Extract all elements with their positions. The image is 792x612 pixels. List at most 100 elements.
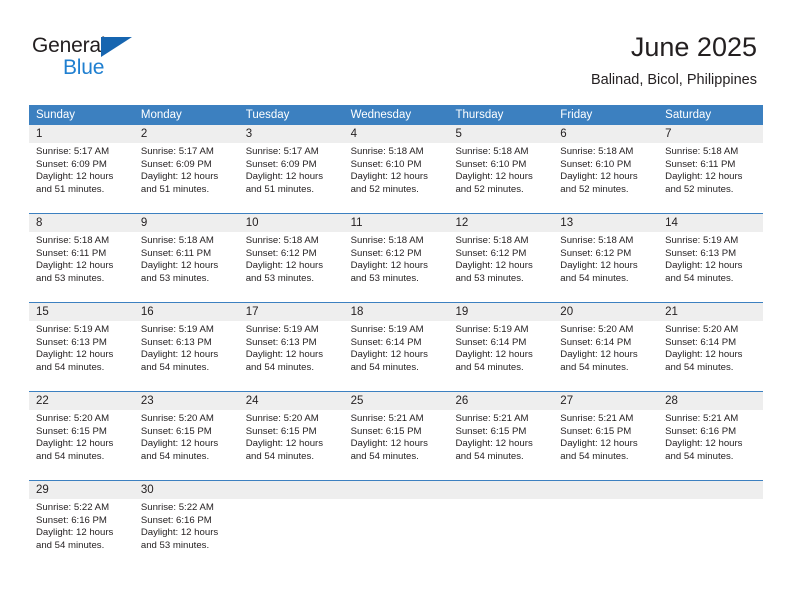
day-daylight-1-text: Daylight: 12 hours (245, 260, 324, 272)
day-cell[interactable]: Sunrise: 5:20 AM Sunset: 6:15 PM Daylight:… (134, 410, 239, 472)
day-number[interactable]: 7 (658, 125, 763, 143)
day-sunrise-text: Sunrise: 5:21 AM (350, 413, 424, 424)
day-daylight-1-text: Daylight: 12 hours (36, 527, 114, 539)
day-sunrise-text: Sunrise: 5:18 AM (560, 235, 634, 246)
day-cell[interactable]: Sunrise: 5:19 AM Sunset: 6:13 PM Daylight:… (239, 321, 344, 383)
day-sunrise-text: Sunrise: 5:19 AM (36, 324, 110, 335)
day-number[interactable]: 23 (134, 392, 239, 410)
day-number[interactable]: 20 (553, 303, 658, 321)
day-daylight-1-text: Daylight: 12 hours (455, 171, 533, 183)
day-number[interactable]: 10 (239, 214, 344, 232)
day-cell[interactable]: Sunrise: 5:17 AM Sunset: 6:09 PM Daylight:… (29, 143, 134, 205)
day-number[interactable]: 18 (344, 303, 449, 321)
day-number[interactable]: 9 (134, 214, 239, 232)
day-sunset-text: Sunset: 6:09 PM (245, 158, 317, 170)
day-cell[interactable]: Sunrise: 5:19 AM Sunset: 6:13 PM Daylight:… (658, 232, 763, 294)
day-cell[interactable]: Sunrise: 5:18 AM Sunset: 6:10 PM Daylight:… (344, 143, 449, 205)
day-cell[interactable]: Sunrise: 5:22 AM Sunset: 6:16 PM Daylight:… (134, 499, 239, 561)
day-daylight-1-text: Daylight: 12 hours (665, 438, 743, 450)
day-number[interactable]: 19 (448, 303, 553, 321)
day-cell[interactable]: Sunrise: 5:18 AM Sunset: 6:10 PM Daylight:… (448, 143, 553, 205)
day-number[interactable]: 15 (29, 303, 134, 321)
day-sunset-text: Sunset: 6:10 PM (350, 158, 422, 170)
day-sunset-text: Sunset: 6:15 PM (455, 425, 527, 437)
day-cell[interactable]: Sunrise: 5:19 AM Sunset: 6:13 PM Daylight:… (134, 321, 239, 383)
day-daylight-2-text: and 54 minutes. (36, 539, 105, 551)
day-cell[interactable]: Sunrise: 5:18 AM Sunset: 6:11 PM Daylight:… (29, 232, 134, 294)
day-sunrise-text: Sunrise: 5:17 AM (140, 146, 214, 157)
day-cell[interactable]: Sunrise: 5:17 AM Sunset: 6:09 PM Daylight:… (239, 143, 344, 205)
day-number[interactable]: 28 (658, 392, 763, 410)
day-number[interactable]: 22 (29, 392, 134, 410)
day-number[interactable]: 24 (239, 392, 344, 410)
day-number[interactable]: 14 (658, 214, 763, 232)
day-cell[interactable]: Sunrise: 5:18 AM Sunset: 6:11 PM Daylight:… (658, 143, 763, 205)
day-cell[interactable]: Sunrise: 5:18 AM Sunset: 6:12 PM Daylight:… (344, 232, 449, 294)
day-sunset-text: Sunset: 6:12 PM (245, 247, 317, 259)
day-number[interactable]: 11 (344, 214, 449, 232)
day-cell[interactable]: Sunrise: 5:19 AM Sunset: 6:14 PM Daylight:… (448, 321, 553, 383)
calendar-week-row: 8 9 10 11 12 13 14 Sunrise: 5:18 AM Sunset: 6:11… (29, 213, 763, 294)
day-number[interactable]: 1 (29, 125, 134, 143)
day-number[interactable]: 25 (344, 392, 449, 410)
day-number[interactable]: 26 (448, 392, 553, 410)
day-number[interactable]: 3 (239, 125, 344, 143)
day-number[interactable]: 29 (29, 481, 134, 499)
day-daylight-1-text: Daylight: 12 hours (560, 349, 638, 361)
day-cell[interactable]: Sunrise: 5:17 AM Sunset: 6:09 PM Daylight:… (134, 143, 239, 205)
day-number[interactable]: 17 (239, 303, 344, 321)
day-daylight-1-text: Daylight: 12 hours (455, 438, 533, 450)
day-sunrise-text: Sunrise: 5:18 AM (455, 146, 529, 157)
brand-logo[interactable]: General Blue (32, 34, 192, 84)
day-number[interactable]: 5 (448, 125, 553, 143)
day-cell[interactable]: Sunrise: 5:21 AM Sunset: 6:15 PM Daylight:… (553, 410, 658, 472)
day-cell[interactable]: Sunrise: 5:18 AM Sunset: 6:11 PM Daylight:… (134, 232, 239, 294)
day-number[interactable]: 6 (553, 125, 658, 143)
day-daylight-1-text: Daylight: 12 hours (455, 349, 533, 361)
day-cell[interactable]: Sunrise: 5:20 AM Sunset: 6:15 PM Daylight:… (29, 410, 134, 472)
day-daylight-1-text: Daylight: 12 hours (665, 171, 743, 183)
day-sunrise-text: Sunrise: 5:21 AM (560, 413, 634, 424)
day-cell[interactable]: Sunrise: 5:21 AM Sunset: 6:16 PM Daylight:… (658, 410, 763, 472)
day-sunset-text: Sunset: 6:13 PM (36, 336, 107, 348)
day-cell[interactable]: Sunrise: 5:22 AM Sunset: 6:16 PM Daylight:… (29, 499, 134, 561)
day-sunrise-text: Sunrise: 5:19 AM (245, 324, 319, 335)
day-sunset-text: Sunset: 6:10 PM (455, 158, 527, 170)
day-number[interactable]: 21 (658, 303, 763, 321)
day-number[interactable]: 4 (344, 125, 449, 143)
brand-name-general: General (32, 34, 106, 57)
day-cell-empty (344, 499, 449, 561)
day-cell[interactable]: Sunrise: 5:18 AM Sunset: 6:12 PM Daylight:… (448, 232, 553, 294)
day-daylight-2-text: and 54 minutes. (245, 361, 314, 373)
day-daylight-2-text: and 51 minutes. (36, 183, 105, 195)
day-daylight-2-text: and 54 minutes. (665, 361, 734, 373)
day-cell[interactable]: Sunrise: 5:18 AM Sunset: 6:12 PM Daylight:… (553, 232, 658, 294)
day-cell[interactable]: Sunrise: 5:20 AM Sunset: 6:14 PM Daylight:… (658, 321, 763, 383)
day-number[interactable]: 2 (134, 125, 239, 143)
day-sunset-text: Sunset: 6:15 PM (560, 425, 632, 437)
day-cell[interactable]: Sunrise: 5:19 AM Sunset: 6:13 PM Daylight:… (29, 321, 134, 383)
day-number[interactable]: 30 (134, 481, 239, 499)
day-daylight-2-text: and 54 minutes. (140, 450, 210, 462)
day-number[interactable]: 16 (134, 303, 239, 321)
day-number[interactable]: 27 (553, 392, 658, 410)
day-cell[interactable]: Sunrise: 5:18 AM Sunset: 6:12 PM Daylight:… (239, 232, 344, 294)
day-number[interactable]: 8 (29, 214, 134, 232)
weekday-header-wednesday: Wednesday (350, 109, 412, 121)
day-number-empty (553, 481, 658, 499)
day-sunset-text: Sunset: 6:11 PM (36, 247, 107, 259)
day-cell[interactable]: Sunrise: 5:21 AM Sunset: 6:15 PM Daylight:… (448, 410, 553, 472)
day-number[interactable]: 13 (553, 214, 658, 232)
day-cell[interactable]: Sunrise: 5:20 AM Sunset: 6:14 PM Daylight:… (553, 321, 658, 383)
day-cell[interactable]: Sunrise: 5:20 AM Sunset: 6:15 PM Daylight:… (239, 410, 344, 472)
weekday-header-friday: Friday (560, 109, 593, 121)
day-cell[interactable]: Sunrise: 5:19 AM Sunset: 6:14 PM Daylight:… (344, 321, 449, 383)
day-daylight-1-text: Daylight: 12 hours (560, 260, 638, 272)
day-sunrise-text: Sunrise: 5:18 AM (455, 235, 529, 246)
brand-top-row: General (32, 34, 192, 58)
day-sunrise-text: Sunrise: 5:18 AM (245, 235, 319, 246)
day-sunset-text: Sunset: 6:15 PM (350, 425, 422, 437)
day-cell[interactable]: Sunrise: 5:18 AM Sunset: 6:10 PM Daylight:… (553, 143, 658, 205)
day-cell[interactable]: Sunrise: 5:21 AM Sunset: 6:15 PM Daylight:… (344, 410, 449, 472)
day-number[interactable]: 12 (448, 214, 553, 232)
